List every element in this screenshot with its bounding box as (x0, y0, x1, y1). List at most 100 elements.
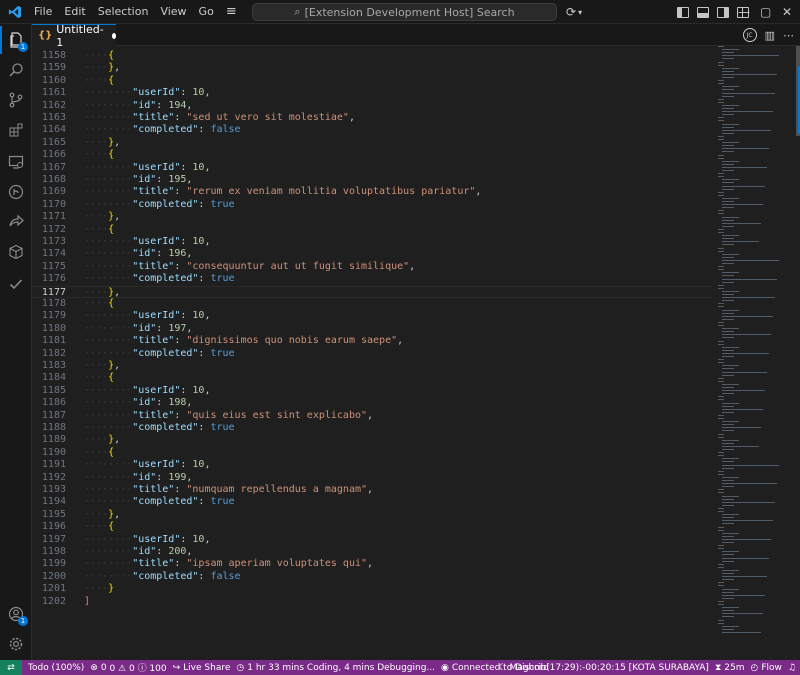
code-line[interactable]: 1162 ········"id": 194, (32, 100, 712, 112)
menu-edit[interactable]: Edit (58, 0, 91, 24)
code-line[interactable]: 1161 ········"userId": 10, (32, 87, 712, 99)
line-code: ····{ (84, 50, 115, 61)
code-line[interactable]: 1198 ········"id": 200, (32, 546, 712, 558)
prayer-time-status[interactable]: ☾ Maghrib(17:29):-00:20:15 [KOTA SURABAYA… (498, 663, 708, 673)
live-share-avatar[interactable]: JC (742, 28, 757, 42)
package-icon[interactable] (0, 238, 32, 266)
code-line[interactable]: 1179 ········"userId": 10, (32, 310, 712, 322)
more-menu-icon[interactable]: ≡ (220, 4, 243, 19)
code-line[interactable]: 1165 ····}, (32, 137, 712, 149)
code-line[interactable]: 1202] (32, 596, 712, 608)
code-line[interactable]: 1197 ········"userId": 10, (32, 534, 712, 546)
code-line[interactable]: 1180 ········"id": 197, (32, 323, 712, 335)
minimap-line (722, 532, 739, 534)
copilot-menu[interactable]: ⟳ ▾ (566, 0, 582, 24)
code-line[interactable]: 1189 ····}, (32, 434, 712, 446)
code-line[interactable]: 1200 ········"completed": false (32, 571, 712, 583)
line-number: 1195 (41, 508, 66, 520)
code-line[interactable]: 1188 ········"completed": true (32, 422, 712, 434)
copilot-icon[interactable]: ⟳ (566, 5, 576, 19)
code-line[interactable]: 1190 ····{ (32, 447, 712, 459)
minimap[interactable] (718, 46, 782, 646)
code-line[interactable]: 1172 ····{ (32, 224, 712, 236)
code-line[interactable]: 1182 ········"completed": true (32, 348, 712, 360)
code-line[interactable]: 1171 ····}, (32, 211, 712, 223)
accounts-icon[interactable]: 1 (0, 600, 32, 628)
code-line[interactable]: 1196 ····{ (32, 521, 712, 533)
close-icon[interactable]: ✕ (782, 0, 792, 24)
code-line[interactable]: 1177 ····}, (32, 285, 712, 298)
code-line[interactable]: 1160 ····{ (32, 75, 712, 87)
code-line[interactable]: 1199 ········"title": "ipsam aperiam volu… (32, 558, 712, 570)
live-share-status[interactable]: ↪ Live Share (173, 663, 231, 673)
minimap-line (722, 449, 734, 450)
code-line[interactable]: 1158 ····{ (32, 50, 712, 62)
more-actions-icon[interactable]: ⋯ (783, 29, 794, 42)
toggle-panel-icon[interactable] (697, 6, 709, 18)
extensions-icon[interactable] (0, 116, 32, 144)
menu-go[interactable]: Go (193, 0, 220, 24)
chevron-down-icon[interactable]: ▾ (578, 8, 582, 17)
timer-status[interactable]: ⧗ 25m (715, 663, 745, 673)
code-line[interactable]: 1174 ········"id": 196, (32, 248, 712, 260)
github-icon[interactable] (0, 178, 32, 206)
code-line[interactable]: 1187 ········"title": "quis eius est sint… (32, 410, 712, 422)
gear-icon[interactable] (0, 630, 32, 658)
code-line[interactable]: 1168 ········"id": 195, (32, 174, 712, 186)
source-control-icon[interactable] (0, 86, 32, 114)
code-line[interactable]: 1193 ········"title": "numquam repellendu… (32, 484, 712, 496)
code-line[interactable]: 1195 ····}, (32, 509, 712, 521)
code-line[interactable]: 1173 ········"userId": 10, (32, 236, 712, 248)
code-line[interactable]: 1185 ········"userId": 10, (32, 385, 712, 397)
minimap-line (718, 83, 724, 85)
toggle-primary-sidebar-icon[interactable] (677, 6, 689, 18)
line-number: 1178 (41, 298, 66, 309)
minimap-line (722, 95, 734, 97)
coding-time-status[interactable]: ◷ 1 hr 33 mins Coding, 4 mins Debugging..… (236, 663, 435, 673)
code-line[interactable]: 1178 ····{ (32, 298, 712, 310)
code-line[interactable]: 1159 ····}, (32, 62, 712, 74)
minimize-icon[interactable]: — (738, 0, 750, 24)
menu-file[interactable]: File (28, 0, 58, 24)
tab-untitled-1[interactable]: {} Untitled-1 (32, 23, 116, 49)
code-line[interactable]: 1192 ········"id": 199, (32, 472, 712, 484)
notifications-icon[interactable]: ♫ (788, 663, 796, 673)
minimap-line (722, 225, 734, 227)
unsaved-dot-icon[interactable] (111, 32, 116, 39)
code-line[interactable]: 1164 ········"completed": false (32, 124, 712, 136)
code-line[interactable]: 1167 ········"userId": 10, (32, 162, 712, 174)
todo-check-icon[interactable] (0, 270, 32, 298)
code-line[interactable]: 1194 ········"completed": true (32, 496, 712, 508)
search-icon[interactable] (0, 56, 32, 84)
maximize-icon[interactable]: ▢ (760, 0, 771, 24)
todo-status[interactable]: Todo (100%) (28, 663, 84, 673)
minimap-line (722, 222, 761, 224)
code-line[interactable]: 1169 ········"title": "rerum ex veniam mo… (32, 186, 712, 198)
code-line[interactable]: 1170 ········"completed": true (32, 199, 712, 211)
menu-selection[interactable]: Selection (92, 0, 155, 24)
code-line[interactable]: 1184 ····{ (32, 372, 712, 384)
minimap-line (718, 303, 724, 305)
explorer-icon[interactable]: 1 (0, 26, 32, 54)
code-line[interactable]: 1175 ········"title": "consequuntur aut u… (32, 261, 712, 273)
code-line[interactable]: 1166 ····{ (32, 149, 712, 161)
flow-status[interactable]: ◴ Flow (751, 663, 782, 673)
remote-indicator-icon[interactable]: ⇄ (0, 660, 22, 675)
code-line[interactable]: 1181 ········"title": "dignissimos quo no… (32, 335, 712, 347)
code-line[interactable]: 1176 ········"completed": true (32, 273, 712, 285)
code-line[interactable]: 1186 ········"id": 198, (32, 397, 712, 409)
line-code: ····{ (84, 298, 115, 309)
live-share-icon[interactable] (0, 208, 32, 236)
split-editor-icon[interactable]: ▥ (765, 29, 775, 42)
code-editor[interactable]: 1158 ····{1159 ····}, 1160 ····{1161 ········… (32, 46, 800, 660)
code-line[interactable]: 1183 ····}, (32, 360, 712, 372)
command-center[interactable]: ⌕ [Extension Development Host] Search (252, 3, 557, 21)
problems-status[interactable]: ⊗ 0 0 ⚠ 0 ⓘ 100 (90, 661, 166, 675)
code-line[interactable]: 1201 ····} (32, 583, 712, 595)
code-line[interactable]: 1163 ········"title": "sed ut vero sit mo… (32, 112, 712, 124)
minimap-line (718, 61, 724, 63)
code-line[interactable]: 1191 ········"userId": 10, (32, 459, 712, 471)
toggle-secondary-sidebar-icon[interactable] (717, 6, 729, 18)
remote-explorer-icon[interactable] (0, 148, 32, 176)
menu-view[interactable]: View (154, 0, 192, 24)
